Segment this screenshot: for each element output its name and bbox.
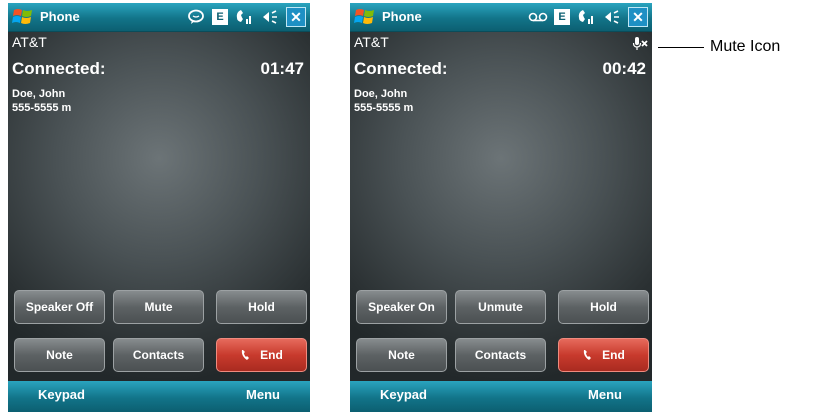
callout-line bbox=[658, 47, 704, 48]
soft-key-bar: Keypad Menu bbox=[350, 381, 652, 412]
call-timer: 01:47 bbox=[260, 59, 304, 78]
phone-signal-icon[interactable] bbox=[576, 7, 596, 27]
carrier-name: AT&T bbox=[12, 34, 47, 50]
app-title: Phone bbox=[382, 9, 422, 24]
status-tray: E ✕ bbox=[528, 6, 648, 28]
voicemail-icon[interactable] bbox=[528, 7, 548, 27]
contact-name: Doe, John bbox=[12, 88, 66, 100]
status-tray: E ✕ bbox=[186, 6, 306, 28]
carrier-name: AT&T bbox=[354, 34, 389, 50]
callout-label: Mute Icon bbox=[710, 38, 781, 55]
phone-screen-muted: Phone E ✕ AT&T Connected: 00:42 Doe, Joh… bbox=[350, 3, 652, 412]
softkey-menu[interactable]: Menu bbox=[588, 387, 622, 402]
call-timer: 00:42 bbox=[602, 59, 646, 78]
note-button[interactable]: Note bbox=[356, 338, 447, 372]
close-icon[interactable]: ✕ bbox=[286, 7, 306, 27]
speaker-volume-icon[interactable] bbox=[260, 7, 280, 27]
contact-number: 555-5555 m bbox=[12, 102, 72, 114]
hold-button[interactable]: Hold bbox=[216, 290, 307, 324]
hold-button[interactable]: Hold bbox=[558, 290, 649, 324]
phone-signal-icon[interactable] bbox=[234, 7, 254, 27]
contacts-button[interactable]: Contacts bbox=[455, 338, 546, 372]
unmute-button[interactable]: Unmute bbox=[455, 290, 546, 324]
call-status: Connected: bbox=[12, 59, 106, 78]
title-bar: Phone E ✕ bbox=[8, 3, 310, 32]
speaker-volume-icon[interactable] bbox=[602, 7, 622, 27]
note-button[interactable]: Note bbox=[14, 338, 105, 372]
speaker-button[interactable]: Speaker On bbox=[356, 290, 447, 324]
e-data-icon[interactable]: E bbox=[212, 9, 228, 25]
mute-button[interactable]: Mute bbox=[113, 290, 204, 324]
end-call-label: End bbox=[260, 348, 283, 362]
close-icon[interactable]: ✕ bbox=[628, 7, 648, 27]
speaker-button[interactable]: Speaker Off bbox=[14, 290, 105, 324]
phone-handset-icon bbox=[584, 350, 592, 360]
title-bar: Phone E ✕ bbox=[350, 3, 652, 32]
chat-bubble-icon[interactable] bbox=[186, 7, 206, 27]
contact-number: 555-5555 m bbox=[354, 102, 414, 114]
contacts-button[interactable]: Contacts bbox=[113, 338, 204, 372]
app-title: Phone bbox=[40, 9, 80, 24]
soft-key-bar: Keypad Menu bbox=[8, 381, 310, 412]
call-status: Connected: bbox=[354, 59, 448, 78]
softkey-menu[interactable]: Menu bbox=[246, 387, 280, 402]
start-menu-icon[interactable] bbox=[12, 6, 34, 28]
softkey-keypad[interactable]: Keypad bbox=[380, 387, 427, 402]
end-call-label: End bbox=[602, 348, 625, 362]
e-data-icon[interactable]: E bbox=[554, 9, 570, 25]
end-call-button[interactable]: End bbox=[216, 338, 307, 372]
softkey-keypad[interactable]: Keypad bbox=[38, 387, 85, 402]
contact-name: Doe, John bbox=[354, 88, 408, 100]
mute-icon bbox=[632, 37, 648, 50]
phone-handset-icon bbox=[242, 350, 250, 360]
phone-screen-connected: Phone E ✕ AT&T Connected: 01:47 Doe, Joh… bbox=[8, 3, 310, 412]
end-call-button[interactable]: End bbox=[558, 338, 649, 372]
start-menu-icon[interactable] bbox=[354, 6, 376, 28]
